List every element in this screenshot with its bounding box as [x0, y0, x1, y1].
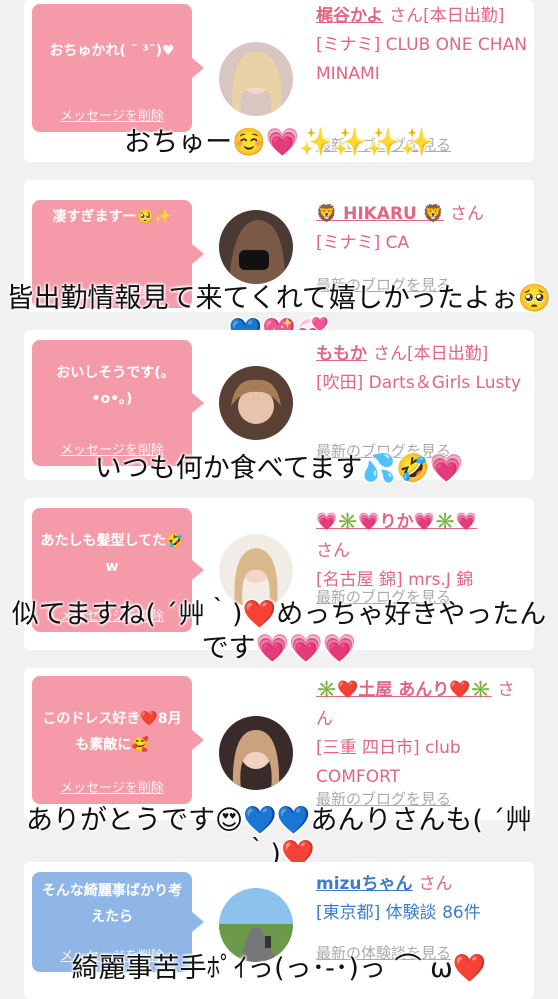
bubble-tail: [192, 560, 204, 580]
avatar[interactable]: [219, 716, 293, 790]
message-bubble: このドレス好き❤️8月も素敵に🥰 メッセージを削除: [32, 676, 204, 804]
user-info: ✳️❤️土屋 あんり❤️✳️ さん [三重 四日市] club COMFORT: [316, 676, 528, 792]
message-bubble: おちゅかれ( ˘ ³˘)♥ メッセージを削除: [32, 4, 204, 132]
overlay-caption: 綺麗事苦手ﾎﾟｲっ(っ･-･)っ ⌒ ω❤️: [71, 953, 487, 984]
status-badge: [本日出勤]: [423, 6, 505, 26]
message-card: このドレス好き❤️8月も素敵に🥰 メッセージを削除 ✳️❤️土屋 あんり❤️✳️…: [24, 668, 534, 820]
overlay-caption: 似てますね( ´艸｀)❤️めっちゃ好きやったんです💗💗💗: [11, 599, 547, 664]
avatar[interactable]: [219, 210, 293, 284]
user-info: 🦁 HIKARU 🦁 さん [ミナミ] CA: [316, 200, 528, 258]
woman-photo-icon: [219, 42, 293, 116]
user-name-link[interactable]: mizuちゃん: [316, 874, 413, 894]
avatar[interactable]: [219, 534, 293, 608]
user-info: mizuちゃん さん [東京都] 体験談 86件: [316, 870, 528, 928]
avatar[interactable]: [219, 888, 293, 962]
shop-label: [三重 四日市] club COMFORT: [316, 738, 461, 787]
san-label: さん: [418, 874, 453, 894]
bubble-tail: [192, 730, 204, 750]
user-info: 梶谷かよ さん[本日出勤] [ミナミ] CLUB ONE CHAN MINAMI: [316, 2, 528, 89]
bubble-tail: [192, 58, 204, 78]
shop-label: [吹田] Darts＆Girls Lusty: [316, 373, 522, 393]
overlay-caption: おちゅー☺️💗✨✨✨✨: [124, 127, 434, 158]
san-label: さん: [373, 344, 407, 364]
bubble-tail: [192, 912, 204, 932]
message-text: おちゅかれ( ˘ ³˘)♥: [49, 43, 175, 59]
user-info: 💗✳️💗りか💗✳️💗 さん [名古屋 錦] mrs.J 錦: [316, 508, 528, 595]
user-name-link[interactable]: ももか: [316, 344, 367, 364]
san-label: さん: [389, 6, 424, 26]
woman-photo-icon: [219, 716, 293, 790]
message-bubble: おいしそうです(｡•o•｡) メッセージを削除: [32, 340, 204, 466]
delete-message-link[interactable]: メッセージを削除: [32, 105, 192, 124]
avatar[interactable]: [219, 42, 293, 116]
user-info: ももか さん[本日出勤] [吹田] Darts＆Girls Lusty: [316, 340, 528, 398]
shop-label: [ミナミ] CA: [316, 233, 410, 253]
user-name-link[interactable]: 梶谷かよ: [316, 6, 383, 26]
user-name-link[interactable]: ✳️❤️土屋 あんり❤️✳️: [316, 680, 492, 700]
status-badge: [本日出勤]: [407, 344, 489, 364]
san-label: さん: [316, 541, 350, 561]
user-name-link[interactable]: 🦁 HIKARU 🦁: [316, 204, 444, 224]
message-text: あたしも髪型してた🤣w: [40, 533, 184, 575]
shop-label: [東京都] 体験談 86件: [316, 903, 481, 923]
bubble-tail: [192, 393, 204, 413]
message-text: 凄すぎますー🥺✨: [52, 209, 172, 225]
bubble-tail: [192, 244, 204, 264]
message-text: そんな綺麗事ばかり考えたら: [41, 883, 183, 925]
overlay-caption: いつも何か食べてます💦🤣💗: [94, 453, 464, 484]
message-text: このドレス好き❤️8月も素敵に🥰: [42, 711, 182, 753]
road-photo-icon: [219, 888, 293, 962]
san-label: さん: [449, 204, 484, 224]
woman-photo-icon: [219, 366, 293, 440]
avatar[interactable]: [219, 366, 293, 440]
delete-message-link[interactable]: メッセージを削除: [32, 777, 192, 796]
woman-photo-icon: [219, 534, 293, 608]
message-text: おいしそうです(｡•o•｡): [56, 365, 168, 407]
shop-label: [ミナミ] CLUB ONE CHAN MINAMI: [316, 35, 527, 84]
user-name-link[interactable]: 💗✳️💗りか💗✳️💗: [316, 512, 477, 532]
woman-photo-icon: [219, 210, 293, 284]
